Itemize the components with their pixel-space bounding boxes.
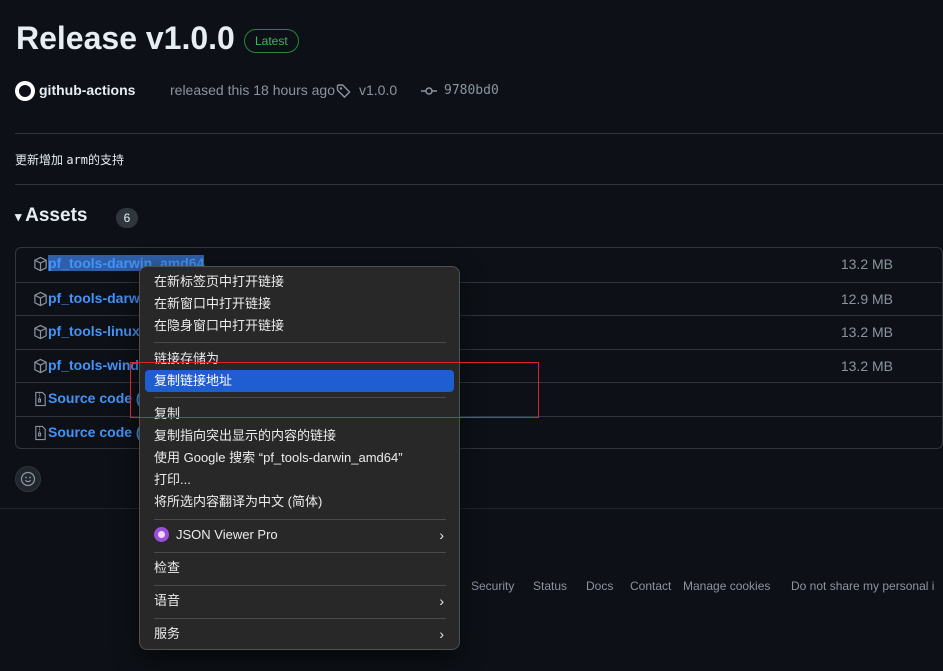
menu-item-json-viewer-label: JSON Viewer Pro (176, 527, 278, 542)
released-time-text: released this 18 hours ago (170, 82, 335, 98)
asset-size: 12.9 MB (840, 291, 893, 307)
menu-item-copy-link-to-highlight[interactable]: 复制指向突出显示的内容的链接 (145, 425, 454, 447)
footer-link-manage-cookies[interactable]: Manage cookies (683, 579, 770, 593)
footer-link-security[interactable]: Security (471, 579, 514, 593)
menu-item-speech-label: 语音 (154, 593, 181, 608)
menu-separator (154, 552, 446, 553)
assets-heading[interactable]: ▾ Assets (15, 205, 87, 227)
menu-item-open-new-tab[interactable]: 在新标签页中打开链接 (145, 271, 454, 293)
package-icon (34, 358, 47, 374)
footer-link-status[interactable]: Status (533, 579, 567, 593)
menu-item-json-viewer-pro[interactable]: JSON Viewer Pro › (145, 524, 454, 546)
release-notes: 更新增加 arm的支持 (15, 151, 124, 168)
menu-item-services-label: 服务 (154, 626, 181, 641)
commit-link[interactable]: 9780bd0 (444, 83, 499, 98)
commit-icon (421, 87, 437, 95)
divider (15, 184, 943, 185)
chevron-right-icon: › (439, 527, 444, 543)
footer-link-docs[interactable]: Docs (586, 579, 613, 593)
smiley-icon (20, 471, 36, 487)
package-icon (34, 256, 47, 272)
menu-item-services[interactable]: 服务 › (145, 623, 454, 645)
asset-size: 13.2 MB (840, 358, 893, 374)
annotation-highlight-box (130, 362, 539, 418)
release-notes-suffix: 的支持 (88, 153, 125, 167)
file-zip-icon (35, 425, 46, 441)
github-avatar-icon[interactable] (15, 81, 35, 101)
package-icon (34, 324, 47, 340)
chevron-right-icon: › (439, 626, 444, 642)
package-icon (34, 291, 47, 307)
asset-size: 13.2 MB (840, 324, 893, 340)
release-notes-prefix: 更新增加 (15, 153, 67, 167)
menu-item-open-incognito[interactable]: 在隐身窗口中打开链接 (145, 315, 454, 337)
assets-heading-label: Assets (25, 205, 88, 226)
chevron-right-icon: › (439, 593, 444, 609)
json-viewer-icon (154, 527, 169, 543)
footer-link-do-not-share[interactable]: Do not share my personal i (791, 579, 934, 593)
menu-separator (154, 519, 446, 520)
latest-badge: Latest (244, 29, 299, 53)
menu-separator (154, 342, 446, 343)
menu-separator (154, 585, 446, 586)
file-zip-icon (35, 391, 46, 407)
add-reaction-button[interactable] (15, 466, 41, 492)
footer-link-contact[interactable]: Contact (630, 579, 671, 593)
asset-size: 13.2 MB (840, 256, 893, 272)
author-link[interactable]: github-actions (39, 82, 135, 98)
menu-item-print[interactable]: 打印... (145, 469, 454, 491)
menu-item-speech[interactable]: 语音 › (145, 590, 454, 612)
assets-count-badge: 6 (116, 208, 138, 228)
menu-item-translate[interactable]: 将所选内容翻译为中文 (简体) (145, 491, 454, 513)
context-menu: 在新标签页中打开链接 在新窗口中打开链接 在隐身窗口中打开链接 链接存储为 复制… (139, 266, 460, 650)
divider (15, 133, 943, 134)
release-title: Release v1.0.0 (16, 20, 235, 56)
tag-icon (336, 84, 351, 99)
caret-down-icon: ▾ (15, 209, 26, 224)
tag-link[interactable]: v1.0.0 (359, 82, 397, 98)
menu-item-open-new-window[interactable]: 在新窗口中打开链接 (145, 293, 454, 315)
menu-item-google-search[interactable]: 使用 Google 搜索 “pf_tools-darwin_amd64” (145, 447, 454, 469)
menu-item-inspect[interactable]: 检查 (145, 557, 454, 579)
menu-separator (154, 618, 446, 619)
release-notes-code: arm (66, 153, 89, 167)
